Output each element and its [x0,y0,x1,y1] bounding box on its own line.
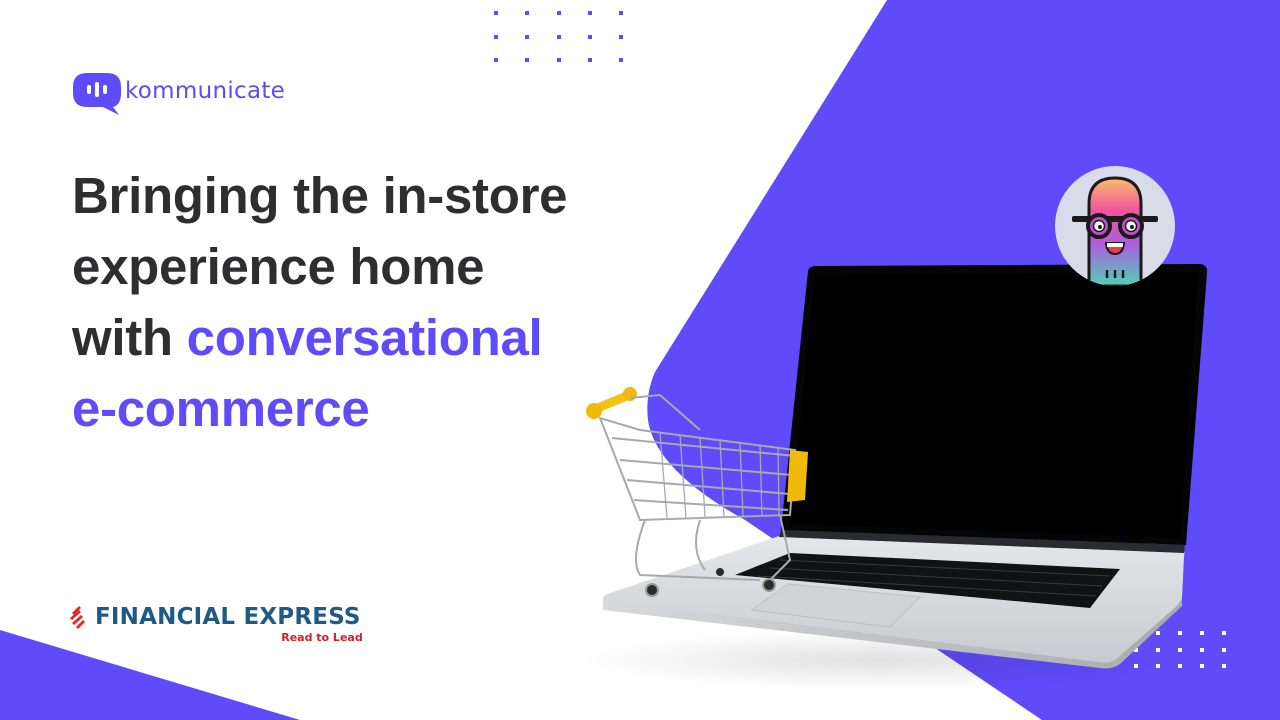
laptop-cart-illustration [580,264,1208,690]
bot-mascot-icon [1072,176,1158,286]
bot-mascot-avatar[interactable] [1055,166,1175,286]
laptop-icon [580,264,1208,690]
